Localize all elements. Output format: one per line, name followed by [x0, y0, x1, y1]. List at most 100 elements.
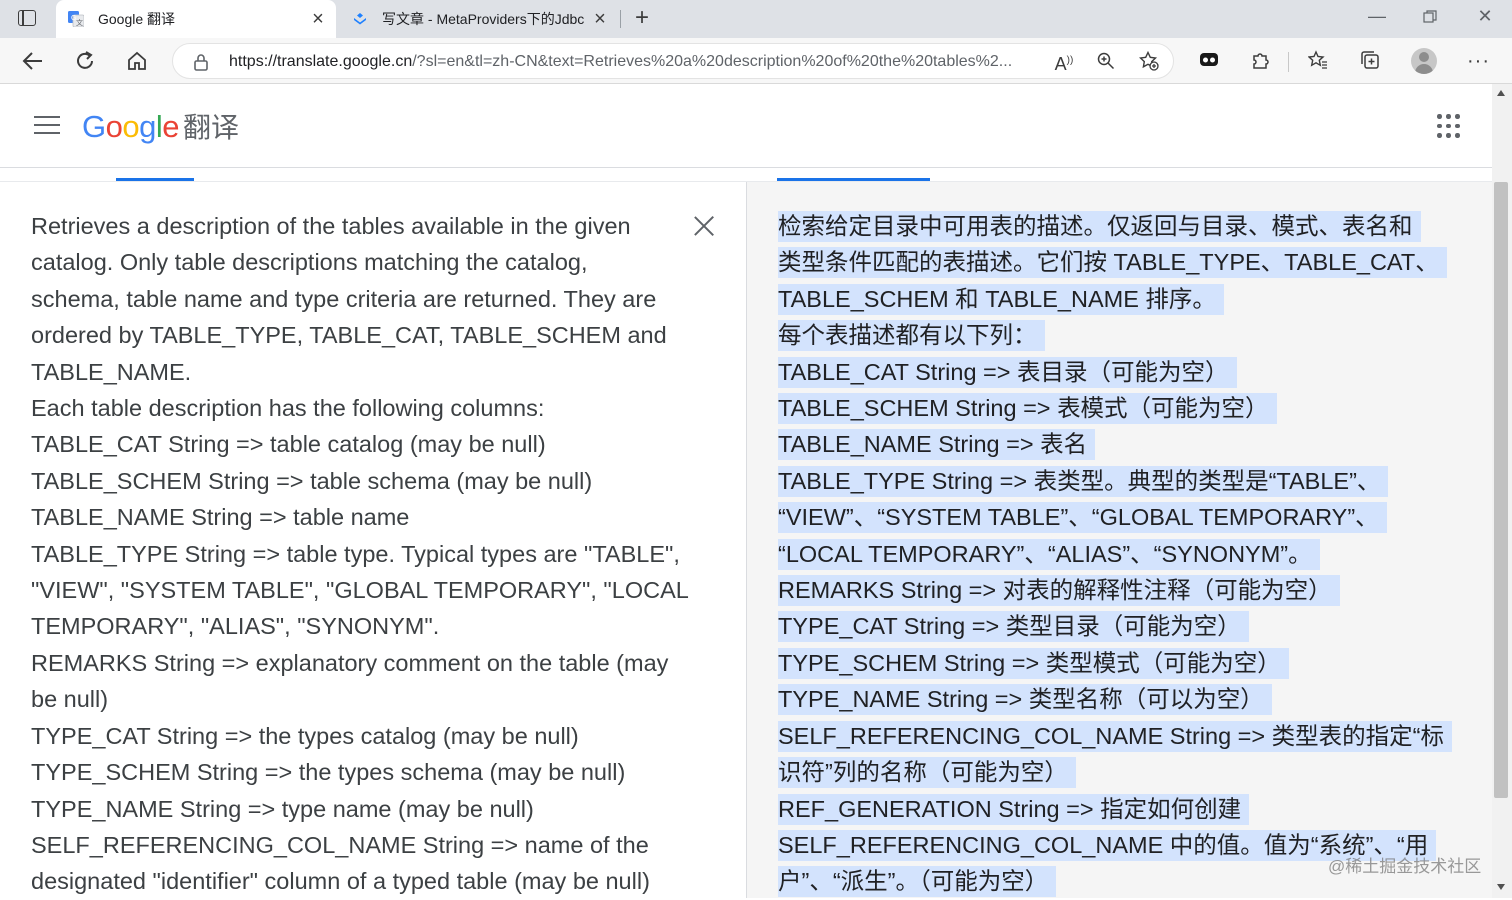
translation-line: REF_GENERATION String => 指定如何创建	[778, 791, 1458, 827]
hamburger-menu-icon[interactable]	[34, 116, 60, 136]
highlighted-text: TYPE_SCHEM String => 类型模式（可能为空）	[778, 647, 1289, 679]
tab-actions-icon[interactable]	[18, 10, 36, 26]
source-text-line: TYPE_SCHEM String => the types schema (m…	[31, 759, 626, 786]
highlighted-text: TABLE_CAT String => 表目录（可能为空）	[778, 356, 1237, 388]
translation-line: “LOCAL TEMPORARY”、“ALIAS”、“SYNONYM”。	[778, 536, 1458, 572]
source-text-line: TABLE_TYPE String => table type. Typical…	[31, 540, 680, 567]
lock-icon[interactable]	[193, 53, 209, 71]
page-scrollbar[interactable]	[1492, 84, 1512, 898]
source-text-line: schema, table name and type criteria are…	[31, 285, 657, 312]
translation-panel: 检索给定目录中可用表的描述。仅返回与目录、模式、表名和 类型条件匹配的表描述。它们…	[746, 182, 1492, 898]
logo-letter: G	[82, 109, 106, 144]
highlighted-text: “VIEW”、“SYSTEM TABLE”、“GLOBAL TEMPORARY”…	[778, 502, 1387, 534]
translation-line: 类型条件匹配的表描述。它们按 TABLE_TYPE、TABLE_CAT、	[778, 244, 1458, 280]
translation-line: TABLE_TYPE String => 表类型。典型的类型是“TABLE”、	[778, 463, 1458, 499]
source-text-line: TABLE_NAME.	[31, 358, 192, 385]
scroll-down-arrow-icon[interactable]	[1497, 884, 1505, 890]
scrollbar-thumb[interactable]	[1494, 182, 1508, 798]
translation-line: TABLE_SCHEM 和 TABLE_NAME 排序。	[778, 281, 1458, 317]
source-text-line: TEMPORARY", "ALIAS", "SYNONYM".	[31, 613, 440, 640]
toolbar-divider	[1288, 52, 1289, 72]
source-text-line: TABLE_CAT String => table catalog (may b…	[31, 431, 546, 458]
refresh-icon[interactable]	[72, 48, 98, 74]
close-tab-icon[interactable]: ×	[308, 8, 328, 31]
translation-line: TYPE_SCHEM String => 类型模式（可能为空）	[778, 645, 1458, 681]
source-text-line: REMARKS String => explanatory comment on…	[31, 649, 669, 676]
highlighted-text: 每个表描述都有以下列：	[778, 320, 1045, 352]
favorites-icon[interactable]	[1307, 50, 1329, 72]
translation-line: 每个表描述都有以下列：	[778, 317, 1458, 353]
url-host: https://translate.google.cn	[229, 53, 413, 70]
profile-avatar[interactable]	[1411, 48, 1437, 74]
source-text-line: TYPE_CAT String => the types catalog (ma…	[31, 722, 579, 749]
highlighted-text: TYPE_CAT String => 类型目录（可能为空）	[778, 611, 1249, 643]
url-text[interactable]: https://translate.google.cn/?sl=en&tl=zh…	[229, 53, 1039, 71]
new-tab-icon[interactable]: +	[630, 4, 654, 32]
logo-letter: g	[139, 109, 156, 144]
tab-divider	[620, 10, 621, 28]
source-text-line: TABLE_SCHEM String => table schema (may …	[31, 467, 593, 494]
translation-line: “VIEW”、“SYSTEM TABLE”、“GLOBAL TEMPORARY”…	[778, 499, 1458, 535]
source-text-line: ordered by TABLE_TYPE, TABLE_CAT, TABLE_…	[31, 322, 667, 349]
source-text-line: catalog. Only table descriptions matchin…	[31, 249, 588, 276]
highlighted-text: REF_GENERATION String => 指定如何创建	[778, 793, 1250, 825]
product-name: 翻译	[183, 112, 240, 143]
juejin-favicon-icon	[352, 11, 368, 27]
source-text-line: Each table description has the following…	[31, 395, 545, 422]
translation-line: TABLE_NAME String => 表名	[778, 426, 1458, 462]
read-aloud-icon[interactable]: A))	[1053, 50, 1075, 74]
minimize-icon[interactable]: —	[1365, 6, 1389, 27]
source-text-line: SELF_REFERENCING_COL_NAME String => name…	[31, 831, 649, 858]
source-panel: Retrieves a description of the tables av…	[0, 182, 746, 898]
more-menu-icon[interactable]: ···	[1467, 50, 1489, 72]
logo-letter: e	[162, 109, 180, 144]
zoom-icon[interactable]	[1095, 50, 1117, 72]
tab-juejin[interactable]: 写文章 - MetaProviders下的Jdbc ×	[340, 0, 618, 38]
highlighted-text: 检索给定目录中可用表的描述。仅返回与目录、模式、表名和	[778, 211, 1421, 242]
url-path: /?sl=en&tl=zh-CN&text=Retrieves%20a%20de…	[412, 53, 1013, 70]
translation-line: TABLE_SCHEM String => 表模式（可能为空）	[778, 390, 1458, 426]
watermark: @稀土掘金技术社区	[1328, 857, 1482, 876]
source-text-line: "VIEW", "SYSTEM TABLE", "GLOBAL TEMPORAR…	[31, 577, 689, 604]
collections-icon[interactable]	[1359, 50, 1381, 72]
address-bar[interactable]: https://translate.google.cn/?sl=en&tl=zh…	[172, 43, 1174, 79]
highlighted-text: 类型条件匹配的表描述。它们按 TABLE_TYPE、TABLE_CAT、	[778, 247, 1447, 279]
extension-icon[interactable]	[1198, 50, 1220, 72]
tab-title: Google 翻译	[98, 11, 176, 27]
logo-letter: o	[122, 109, 140, 144]
tab-google-translate[interactable]: G 文 Google 翻译 ×	[56, 0, 336, 38]
translation-line: REMARKS String => 对表的解释性注释（可能为空）	[778, 572, 1458, 608]
source-text-line: TYPE_NAME String => type name (may be nu…	[31, 795, 534, 822]
translation-line: TYPE_NAME String => 类型名称（可以为空）	[778, 681, 1458, 717]
tab-title: 写文章 - MetaProviders下的Jdbc	[382, 11, 585, 27]
highlighted-text: TABLE_NAME String => 表名	[778, 429, 1096, 461]
highlighted-text: TABLE_SCHEM 和 TABLE_NAME 排序。	[778, 283, 1224, 315]
highlighted-text: SELF_REFERENCING_COL_NAME String => 类型表的…	[778, 720, 1452, 752]
source-text-input[interactable]: Retrieves a description of the tables av…	[31, 208, 689, 900]
logo-letter: o	[105, 109, 123, 144]
translation-output[interactable]: 检索给定目录中可用表的描述。仅返回与目录、模式、表名和 类型条件匹配的表描述。它们…	[778, 208, 1458, 900]
restore-icon[interactable]	[1418, 6, 1442, 29]
translation-line: TABLE_CAT String => 表目录（可能为空）	[778, 354, 1458, 390]
close-window-icon[interactable]: ✕	[1473, 6, 1497, 27]
source-text-line: Retrieves a description of the tables av…	[31, 213, 631, 239]
home-icon[interactable]	[124, 48, 150, 74]
add-favorite-icon[interactable]	[1138, 50, 1160, 72]
translation-line: 检索给定目录中可用表的描述。仅返回与目录、模式、表名和	[778, 208, 1458, 244]
highlighted-text: TABLE_TYPE String => 表类型。典型的类型是“TABLE”、	[778, 465, 1389, 497]
clear-source-text-icon[interactable]	[690, 212, 718, 240]
close-tab-icon[interactable]: ×	[590, 8, 610, 31]
scroll-up-arrow-icon[interactable]	[1497, 90, 1505, 96]
back-icon[interactable]	[20, 48, 46, 74]
translation-line: TYPE_CAT String => 类型目录（可能为空）	[778, 608, 1458, 644]
google-translate-favicon-icon: G 文	[68, 11, 85, 28]
source-text-line: TABLE_NAME String => table name	[31, 504, 410, 531]
google-translate-logo[interactable]: Google 翻译	[82, 106, 239, 146]
highlighted-text: TYPE_NAME String => 类型名称（可以为空）	[778, 684, 1272, 716]
highlighted-text: 户”、“派生”。（可能为空）	[778, 866, 1057, 898]
highlighted-text: REMARKS String => 对表的解释性注释（可能为空）	[778, 575, 1340, 607]
highlighted-text: “LOCAL TEMPORARY”、“ALIAS”、“SYNONYM”。	[778, 538, 1320, 570]
translation-line: 识符”列的名称（可能为空）	[778, 754, 1458, 790]
extensions-puzzle-icon[interactable]	[1250, 50, 1272, 72]
google-apps-icon[interactable]	[1437, 114, 1460, 138]
